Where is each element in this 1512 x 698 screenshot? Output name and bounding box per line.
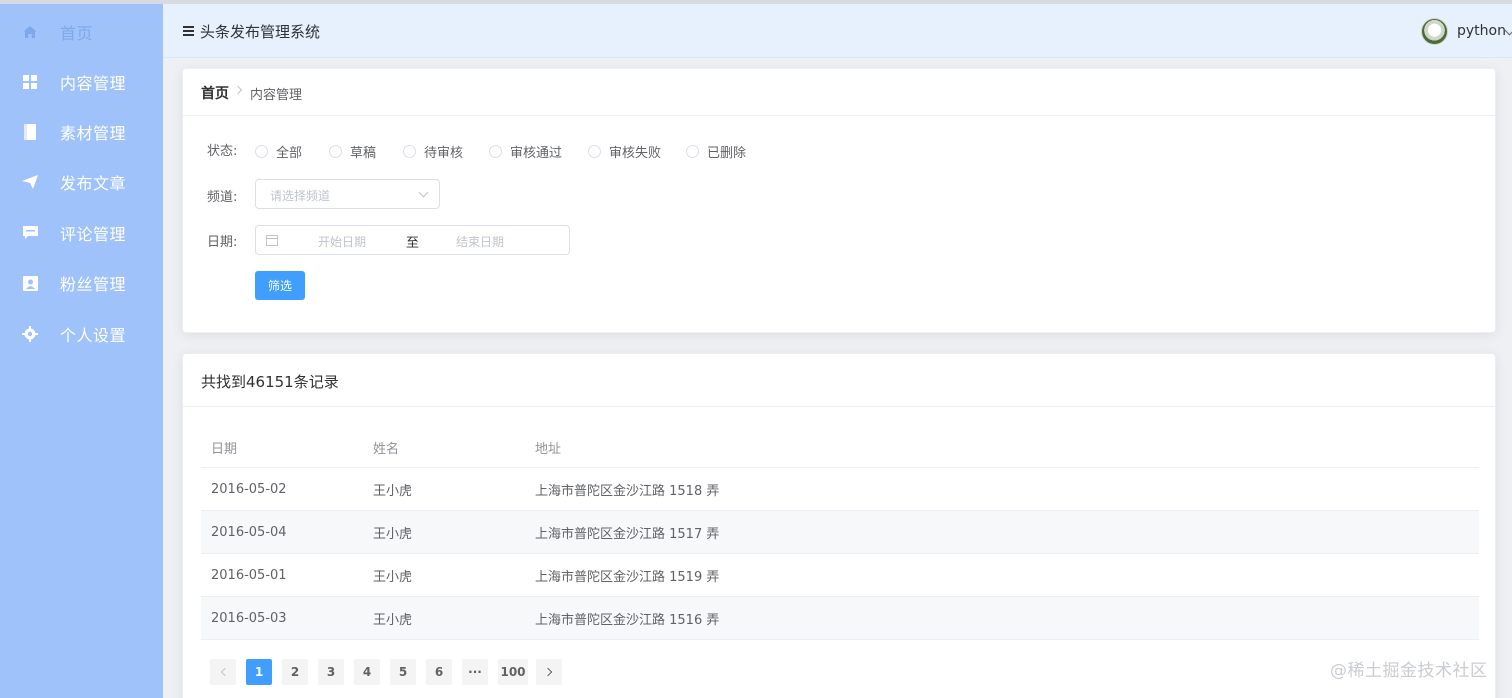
sidebar-item-content[interactable]: 内容管理 — [0, 57, 163, 107]
sidebar-item-publish[interactable]: 发布文章 — [0, 157, 163, 207]
chevron-right-icon — [543, 667, 552, 677]
radio-circle[interactable] — [403, 145, 416, 158]
sidebar-item-home[interactable]: 首页 — [0, 7, 163, 57]
table-row[interactable]: 2016-05-03 王小虎 上海市普陀区金沙江路 1516 弄 — [201, 597, 1479, 640]
filter-card: 首页 内容管理 状态: 全部 草稿 待审核 审核通过 审核失败 已删除 频道: … — [182, 68, 1496, 333]
cell-name: 王小虎 — [373, 526, 413, 542]
radio-label: 待审核 — [424, 146, 464, 161]
date-start-input[interactable]: 开始日期 — [318, 233, 366, 250]
cell-name: 王小虎 — [373, 569, 413, 585]
radio-circle[interactable] — [255, 145, 268, 158]
radio-label: 已删除 — [707, 146, 747, 161]
radio-label: 审核失败 — [609, 146, 662, 161]
chevron-right-icon — [233, 85, 243, 95]
channel-label: 频道: — [207, 190, 238, 205]
cell-date: 2016-05-03 — [211, 610, 287, 626]
cell-address: 上海市普陀区金沙江路 1517 弄 — [535, 526, 720, 542]
cell-date: 2016-05-01 — [211, 567, 287, 583]
sidebar: 首页 内容管理 素材管理 发布文章 评论管理 粉丝管理 个人设置 — [0, 4, 163, 698]
status-radio-rejected[interactable]: 审核失败 — [588, 142, 661, 161]
sidebar-item-label: 个人设置 — [60, 326, 127, 345]
filter-button[interactable]: 筛选 — [255, 271, 305, 300]
page-button-100[interactable]: 100 — [498, 659, 528, 685]
table-row[interactable]: 2016-05-04 王小虎 上海市普陀区金沙江路 1517 弄 — [201, 511, 1479, 554]
results-card: 共找到46151条记录 日期 姓名 地址 2016-05-02 王小虎 上海市普… — [182, 353, 1496, 698]
column-header-date: 日期 — [211, 441, 238, 457]
cell-date: 2016-05-04 — [211, 524, 287, 540]
table-header: 日期 姓名 地址 — [201, 427, 1479, 468]
cell-address: 上海市普陀区金沙江路 1518 弄 — [535, 483, 720, 499]
sidebar-item-fans[interactable]: 粉丝管理 — [0, 258, 163, 308]
status-radio-all[interactable]: 全部 — [255, 142, 302, 161]
page-button-2[interactable]: 2 — [282, 659, 308, 685]
menu-toggle-icon[interactable] — [183, 26, 194, 36]
sidebar-item-label: 素材管理 — [60, 124, 127, 143]
cell-date: 2016-05-02 — [211, 481, 287, 497]
radio-label: 全部 — [276, 146, 303, 161]
breadcrumb: 首页 内容管理 — [183, 69, 1495, 116]
watermark: @稀土掘金技术社区 — [1330, 661, 1488, 681]
date-range-picker[interactable]: 开始日期 至 结束日期 — [255, 225, 570, 255]
sidebar-item-label: 粉丝管理 — [60, 275, 127, 294]
page-button-4[interactable]: 4 — [354, 659, 380, 685]
radio-label: 草稿 — [350, 146, 377, 161]
radio-circle[interactable] — [588, 145, 601, 158]
book-icon — [22, 124, 38, 140]
more-pages-button[interactable]: ··· — [462, 659, 488, 685]
calendar-icon — [266, 235, 278, 246]
sidebar-item-label: 内容管理 — [60, 74, 127, 93]
column-header-address: 地址 — [535, 441, 562, 457]
app-title: 头条发布管理系统 — [200, 23, 321, 41]
next-page-button[interactable] — [536, 659, 562, 685]
top-header: 头条发布管理系统 python — [163, 4, 1512, 58]
cell-address: 上海市普陀区金沙江路 1516 弄 — [535, 612, 720, 628]
status-radio-deleted[interactable]: 已删除 — [686, 142, 746, 161]
user-card-icon — [22, 275, 38, 291]
sidebar-item-settings[interactable]: 个人设置 — [0, 309, 163, 359]
status-radio-draft[interactable]: 草稿 — [329, 142, 376, 161]
sidebar-item-label: 评论管理 — [60, 225, 127, 244]
radio-label: 审核通过 — [510, 146, 563, 161]
results-header: 共找到46151条记录 — [183, 354, 1495, 407]
status-radio-approved[interactable]: 审核通过 — [489, 142, 562, 161]
grid-icon — [22, 74, 38, 90]
paper-plane-icon — [22, 174, 38, 190]
page-button-5[interactable]: 5 — [390, 659, 416, 685]
page-button-3[interactable]: 3 — [318, 659, 344, 685]
channel-select[interactable]: 请选择频道 — [255, 179, 440, 209]
gear-icon — [22, 326, 38, 342]
avatar[interactable] — [1421, 18, 1448, 45]
cell-name: 王小虎 — [373, 612, 413, 628]
result-count: 共找到46151条记录 — [201, 373, 339, 391]
prev-page-button[interactable] — [210, 659, 236, 685]
sidebar-item-label: 发布文章 — [60, 174, 127, 193]
radio-circle[interactable] — [329, 145, 342, 158]
date-separator: 至 — [406, 236, 420, 251]
username[interactable]: python — [1457, 23, 1506, 39]
table-row[interactable]: 2016-05-01 王小虎 上海市普陀区金沙江路 1519 弄 — [201, 554, 1479, 597]
radio-circle[interactable] — [489, 145, 502, 158]
breadcrumb-current: 内容管理 — [250, 88, 303, 103]
column-header-name: 姓名 — [373, 441, 400, 457]
results-table: 日期 姓名 地址 2016-05-02 王小虎 上海市普陀区金沙江路 1518 … — [201, 427, 1479, 640]
sidebar-item-label: 首页 — [60, 24, 94, 43]
table-row[interactable]: 2016-05-02 王小虎 上海市普陀区金沙江路 1518 弄 — [201, 468, 1479, 511]
breadcrumb-home[interactable]: 首页 — [201, 83, 229, 103]
chevron-left-icon — [220, 667, 229, 677]
page-button-6[interactable]: 6 — [426, 659, 452, 685]
home-icon — [22, 24, 38, 40]
cell-address: 上海市普陀区金沙江路 1519 弄 — [535, 569, 720, 585]
cell-name: 王小虎 — [373, 483, 413, 499]
sidebar-item-material[interactable]: 素材管理 — [0, 107, 163, 157]
sidebar-item-comments[interactable]: 评论管理 — [0, 208, 163, 258]
status-label: 状态: — [207, 144, 238, 159]
radio-circle[interactable] — [686, 145, 699, 158]
page-button-1[interactable]: 1 — [246, 659, 272, 685]
status-radio-pending[interactable]: 待审核 — [403, 142, 463, 161]
chevron-down-icon — [418, 187, 429, 198]
comment-icon — [22, 225, 38, 241]
date-end-input[interactable]: 结束日期 — [456, 233, 504, 250]
date-label: 日期: — [207, 235, 238, 250]
channel-placeholder: 请选择频道 — [270, 189, 331, 203]
